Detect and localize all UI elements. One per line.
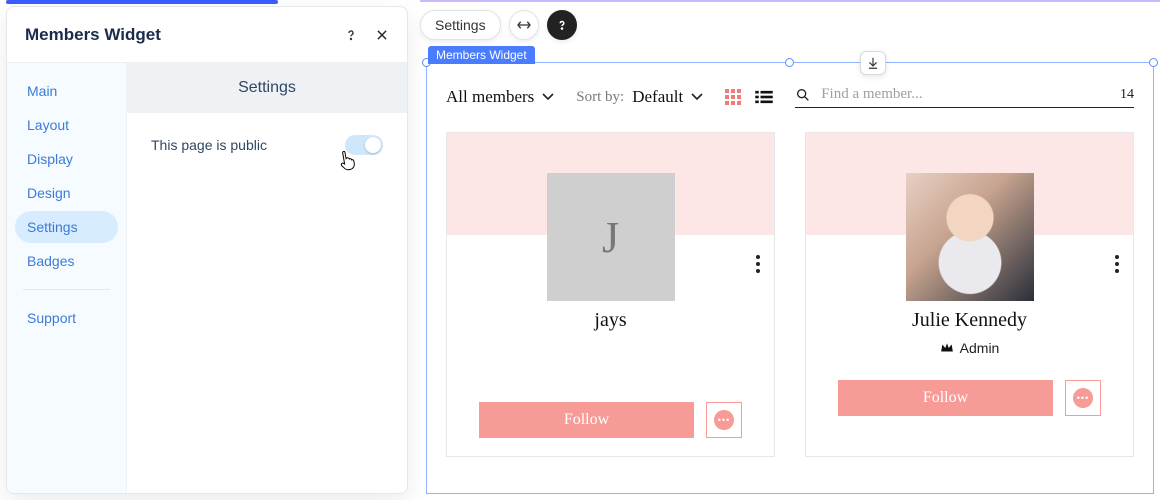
toggle-knob xyxy=(365,137,381,153)
floating-toolbar: Settings xyxy=(420,10,577,40)
sidebar-item-main[interactable]: Main xyxy=(15,75,118,107)
floating-settings-pill[interactable]: Settings xyxy=(420,10,501,40)
loading-bar xyxy=(6,0,278,4)
sidebar-item-badges[interactable]: Badges xyxy=(15,245,118,277)
panel-header: Members Widget xyxy=(7,7,407,63)
public-toggle[interactable] xyxy=(345,135,383,155)
widget-settings-panel: Members Widget Main Layout Display Desig… xyxy=(6,6,408,494)
public-toggle-row: This page is public xyxy=(151,135,383,155)
panel-content: Settings This page is public xyxy=(127,63,407,493)
stretch-icon[interactable] xyxy=(509,10,539,40)
panel-title: Members Widget xyxy=(25,25,161,45)
help-icon[interactable] xyxy=(343,27,359,43)
sidebar-item-display[interactable]: Display xyxy=(15,143,118,175)
sidebar-item-settings[interactable]: Settings xyxy=(15,211,118,243)
anchor-icon[interactable] xyxy=(860,51,886,75)
sidebar-item-layout[interactable]: Layout xyxy=(15,109,118,141)
sidebar-divider xyxy=(23,289,110,290)
help-pill-icon[interactable] xyxy=(547,10,577,40)
page-top-accent xyxy=(420,0,1160,2)
sidebar-item-support[interactable]: Support xyxy=(15,302,118,334)
resize-handle-tr[interactable] xyxy=(1149,58,1158,67)
close-icon[interactable] xyxy=(375,28,389,42)
public-toggle-label: This page is public xyxy=(151,137,267,153)
resize-handle-tm[interactable] xyxy=(785,58,794,67)
sidebar-item-design[interactable]: Design xyxy=(15,177,118,209)
content-header: Settings xyxy=(127,63,407,113)
selection-box xyxy=(426,62,1154,494)
panel-sidebar: Main Layout Display Design Settings Badg… xyxy=(7,63,127,493)
selection-tag[interactable]: Members Widget xyxy=(428,46,535,64)
